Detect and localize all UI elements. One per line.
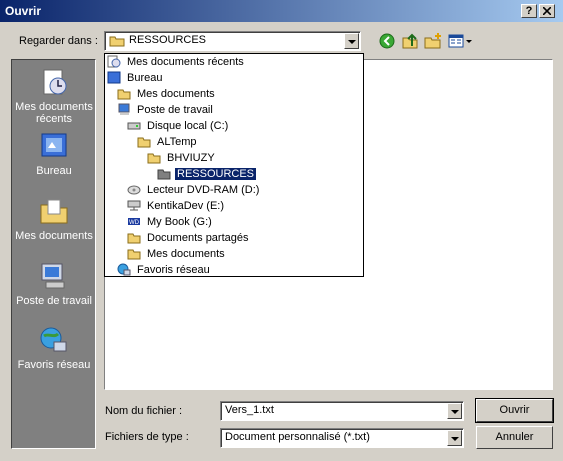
- desktop-icon: [41, 133, 67, 157]
- folder-open-icon: [157, 169, 171, 180]
- filetype-dropdown-arrow[interactable]: [447, 430, 462, 446]
- place-my-computer[interactable]: Poste de travail: [12, 260, 96, 307]
- recent-documents-icon: [43, 69, 67, 95]
- network-drive-icon: [127, 200, 141, 211]
- folder-icon: [127, 249, 141, 260]
- network-places-icon: [117, 263, 131, 276]
- lookin-label: Regarder dans :: [19, 35, 98, 47]
- view-menu-icon[interactable]: [447, 32, 473, 50]
- my-computer-icon: [118, 103, 130, 115]
- filetype-select[interactable]: Document personnalisé (*.txt): [220, 428, 464, 448]
- my-computer-icon: [41, 263, 65, 289]
- filename-dropdown-arrow[interactable]: [447, 403, 462, 419]
- recent-documents-icon: [107, 55, 121, 68]
- lookin-dropdown-arrow[interactable]: [344, 33, 359, 49]
- filename-input[interactable]: Vers_1.txt: [220, 401, 464, 421]
- hard-drive-icon: [127, 122, 141, 130]
- network-places-icon: [40, 327, 67, 352]
- cancel-button[interactable]: Annuler: [476, 426, 553, 449]
- open-button[interactable]: Ouvrir: [475, 398, 554, 423]
- external-drive-icon: WD: [128, 218, 140, 226]
- window-title: Ouvrir: [5, 4, 42, 18]
- help-button[interactable]: ?: [521, 4, 537, 18]
- svg-text:WD: WD: [129, 220, 140, 226]
- close-button[interactable]: [539, 4, 555, 18]
- open-dialog: Ouvrir ? Regarder dans : RESSOURCES Mes …: [0, 0, 563, 461]
- folder-open-icon: [109, 36, 125, 47]
- filetype-label: Fichiers de type :: [105, 431, 189, 443]
- new-folder-icon[interactable]: [423, 32, 443, 50]
- desktop-icon: [107, 71, 121, 84]
- filename-value: Vers_1.txt: [225, 404, 274, 416]
- folder-icon: [137, 137, 151, 148]
- folder-icon: [127, 233, 141, 244]
- dvd-drive-icon: [127, 185, 141, 195]
- lookin-dropdown-list: Mes documents récents Bureau Mes documen…: [104, 53, 364, 277]
- my-documents-icon: [40, 199, 68, 224]
- lookin-combo[interactable]: RESSOURCES: [104, 31, 361, 51]
- place-desktop[interactable]: Bureau: [12, 130, 96, 177]
- folder-icon: [147, 153, 161, 164]
- places-bar: Mes documents récents Bureau Mes documen…: [11, 59, 96, 449]
- back-icon[interactable]: [377, 32, 397, 50]
- place-network[interactable]: Favoris réseau: [12, 324, 96, 371]
- filename-label: Nom du fichier :: [105, 405, 183, 417]
- folder-icon: [117, 89, 131, 100]
- title-bar[interactable]: Ouvrir ?: [0, 0, 563, 22]
- filetype-value: Document personnalisé (*.txt): [225, 431, 370, 443]
- lookin-value: RESSOURCES: [129, 34, 207, 46]
- close-icon: [542, 6, 552, 16]
- place-my-documents[interactable]: Mes documents: [12, 195, 96, 242]
- up-folder-icon[interactable]: [400, 32, 420, 50]
- place-recent-documents[interactable]: Mes documents récents: [12, 66, 96, 125]
